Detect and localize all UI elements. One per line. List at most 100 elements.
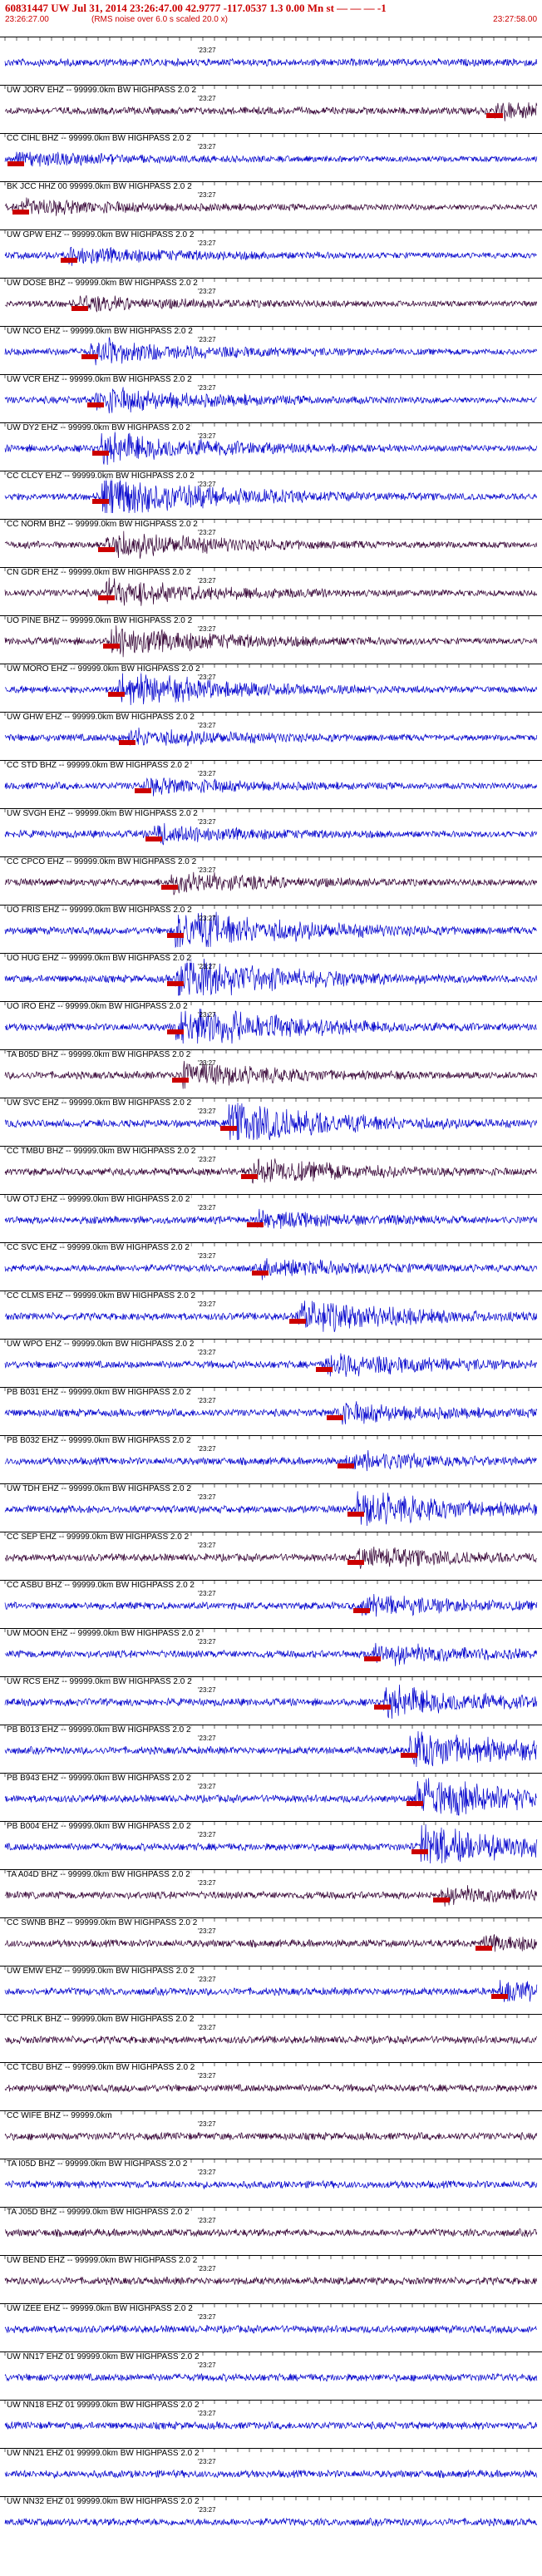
time-tick-label: '23:27: [198, 1493, 216, 1501]
time-tick-label: '23:27: [198, 1156, 216, 1163]
time-tick-label: '23:27: [198, 625, 216, 633]
trace-label: CC STD BHZ -- 99999.0km BW HIGHPASS 2.0 …: [7, 761, 191, 770]
trace-row: UW NN17 EHZ 01 99999.0km BW HIGHPASS 2.0…: [0, 2351, 542, 2395]
trace-label: CC CLMS EHZ -- 99999.0km BW HIGHPASS 2.0…: [7, 1291, 198, 1300]
time-tick-label: '23:27: [198, 2217, 216, 2224]
trace-row: UW SVGH EHZ -- 99999.0km BW HIGHPASS 2.0…: [0, 808, 542, 851]
waveform-line: [4, 1593, 538, 1617]
time-tick-label: '23:27: [198, 1349, 216, 1356]
waveform-line: [4, 871, 538, 896]
trace-label: UW NN18 EHZ 01 99999.0km BW HIGHPASS 2.0…: [7, 2401, 201, 2410]
trace-label: UW GPW EHZ -- 99999.0km BW HIGHPASS 2.0 …: [7, 230, 196, 239]
time-tick-label: '23:27: [198, 2313, 216, 2321]
seismogram-traces: '23:27 UW JORV EHZ -- 99999.0km BW HIGHPA…: [0, 37, 542, 2576]
trace-row: CC CIHL BHZ -- 99999.0km BW HIGHPASS 2.0…: [0, 133, 542, 176]
phase-pick-marker: [401, 1753, 418, 1758]
waveform-line: [4, 57, 538, 67]
waveform-line: [4, 2276, 538, 2287]
trace-row: CC TCBU BHZ -- 99999.0km BW HIGHPASS 2.0…: [0, 2062, 542, 2105]
phase-pick-marker: [374, 1705, 392, 1710]
time-tick-label: '23:27: [198, 2506, 216, 2514]
waveform-line: [4, 246, 537, 266]
waveform-line: [4, 430, 538, 466]
waveform-line: [4, 911, 538, 948]
time-tick-label: '23:27: [198, 770, 216, 777]
trace-label: UW NCO EHZ -- 99999.0km BW HIGHPASS 2.0 …: [7, 327, 195, 336]
trace-label: PB B032 EHZ -- 99999.0km BW HIGHPASS 2.0…: [7, 1436, 193, 1445]
phase-pick-marker: [161, 885, 179, 890]
trace-label: TA J05D BHZ -- 99999.0km BW HIGHPASS 2.0…: [7, 2208, 191, 2217]
trace-row: UW DOSE BHZ -- 99999.0km BW HIGHPASS 2.0…: [0, 278, 542, 321]
time-tick-label: '23:27: [198, 2410, 216, 2417]
phase-pick-marker: [166, 1029, 184, 1034]
waveform-line: [4, 1208, 538, 1229]
phase-pick-marker: [103, 644, 120, 649]
trace-row: UW DY2 EHZ -- 99999.0km BW HIGHPASS 2.0 …: [0, 422, 542, 466]
waveform-line: [4, 1730, 538, 1768]
waveform-line: [4, 387, 537, 414]
trace-label: UO FRIS EHZ -- 99999.0km BW HIGHPASS 2.0…: [7, 906, 194, 915]
time-tick-label: '23:27: [198, 2361, 216, 2369]
trace-label: CC TMBU BHZ -- 99999.0km BW HIGHPASS 2.0…: [7, 1147, 198, 1156]
trace-row: CC PRLK BHZ -- 99999.0km BW HIGHPASS 2.0…: [0, 2014, 542, 2057]
time-tick-label: '23:27: [198, 1252, 216, 1260]
trace-row: PB B013 EHZ -- 99999.0km BW HIGHPASS 2.0…: [0, 1725, 542, 1768]
phase-pick-marker: [60, 258, 77, 263]
phase-pick-marker: [108, 692, 126, 697]
phase-pick-marker: [97, 595, 115, 600]
phase-pick-marker: [289, 1319, 306, 1324]
waveform-line: [4, 1885, 538, 1907]
phase-pick-marker: [347, 1560, 365, 1565]
phase-pick-marker: [491, 1994, 509, 1999]
time-tick-label: '23:27: [198, 577, 216, 585]
phase-pick-marker: [219, 1126, 237, 1131]
time-tick-label: '23:27: [198, 2024, 216, 2031]
phase-pick-marker: [97, 547, 115, 552]
waveform-line: [4, 727, 538, 747]
trace-label: PB B004 EHZ -- 99999.0km BW HIGHPASS 2.0…: [7, 1822, 193, 1831]
trace-row: TA J05D BHZ -- 99999.0km BW HIGHPASS 2.0…: [0, 2207, 542, 2250]
waveform-line: [4, 2179, 538, 2190]
time-tick-label: '23:27: [198, 722, 216, 729]
time-tick-label: '23:27: [198, 1783, 216, 1790]
waveform-line: [4, 957, 538, 996]
time-tick-label: '23:27: [198, 336, 216, 343]
time-tick-label: '23:27: [198, 1300, 216, 1308]
trace-row: CN GDR EHZ -- 99999.0km BW HIGHPASS 2.0 …: [0, 567, 542, 610]
trace-row: BK JCC HHZ 00 99999.0km BW HIGHPASS 2.0 …: [0, 181, 542, 225]
trace-label: UW GHW EHZ -- 99999.0km BW HIGHPASS 2.0 …: [7, 713, 196, 722]
waveform-line: [4, 2324, 538, 2335]
trace-label: CC PRLK BHZ -- 99999.0km BW HIGHPASS 2.0…: [7, 2015, 196, 2024]
trace-row: UW VCR EHZ -- 99999.0km BW HIGHPASS 2.0 …: [0, 374, 542, 417]
time-tick-label: '23:27: [198, 481, 216, 488]
trace-label: TA B05D BHZ -- 99999.0km BW HIGHPASS 2.0…: [7, 1050, 193, 1059]
time-tick-label: '23:27: [198, 818, 216, 826]
waveform-line: [4, 2083, 538, 2094]
time-tick-label: '23:27: [198, 191, 216, 199]
trace-label: CN GDR EHZ -- 99999.0km BW HIGHPASS 2.0 …: [7, 568, 193, 577]
trace-row: UW EMW EHZ -- 99999.0km BW HIGHPASS 2.0 …: [0, 1966, 542, 2009]
rms-note: (RMS noise over 6.0 s scaled 20.0 x): [91, 15, 228, 24]
start-time: 23:26:27.00: [5, 15, 49, 24]
phase-pick-marker: [81, 354, 99, 359]
trace-label: UW DY2 EHZ -- 99999.0km BW HIGHPASS 2.0 …: [7, 423, 192, 432]
trace-row: PB B031 EHZ -- 99999.0km BW HIGHPASS 2.0…: [0, 1387, 542, 1430]
time-tick-label: '23:27: [198, 2120, 216, 2128]
phase-pick-marker: [166, 933, 184, 938]
time-tick-label: '23:27: [198, 2072, 216, 2080]
time-tick-label: '23:27: [198, 1927, 216, 1935]
waveform-line: [4, 151, 538, 167]
trace-row: CC CLMS EHZ -- 99999.0km BW HIGHPASS 2.0…: [0, 1290, 542, 1334]
phase-pick-marker: [246, 1222, 264, 1227]
waveform-line: [4, 1353, 538, 1377]
trace-row: CC SVC EHZ -- 99999.0km BW HIGHPASS 2.0 …: [0, 1242, 542, 1286]
trace-row: UW JORV EHZ -- 99999.0km BW HIGHPASS 2.0…: [0, 85, 542, 128]
trace-label: UW IZEE EHZ -- 99999.0km BW HIGHPASS 2.0…: [7, 2304, 195, 2313]
phase-pick-marker: [71, 306, 88, 311]
trace-label: BK JCC HHZ 00 99999.0km BW HIGHPASS 2.0 …: [7, 182, 194, 191]
waveform-line: [4, 1684, 538, 1720]
trace-label: UW JORV EHZ -- 99999.0km BW HIGHPASS 2.0…: [7, 86, 199, 95]
waveform-line: [4, 337, 538, 366]
waveform-line: [4, 1060, 538, 1089]
time-tick-label: '23:27: [198, 143, 216, 151]
